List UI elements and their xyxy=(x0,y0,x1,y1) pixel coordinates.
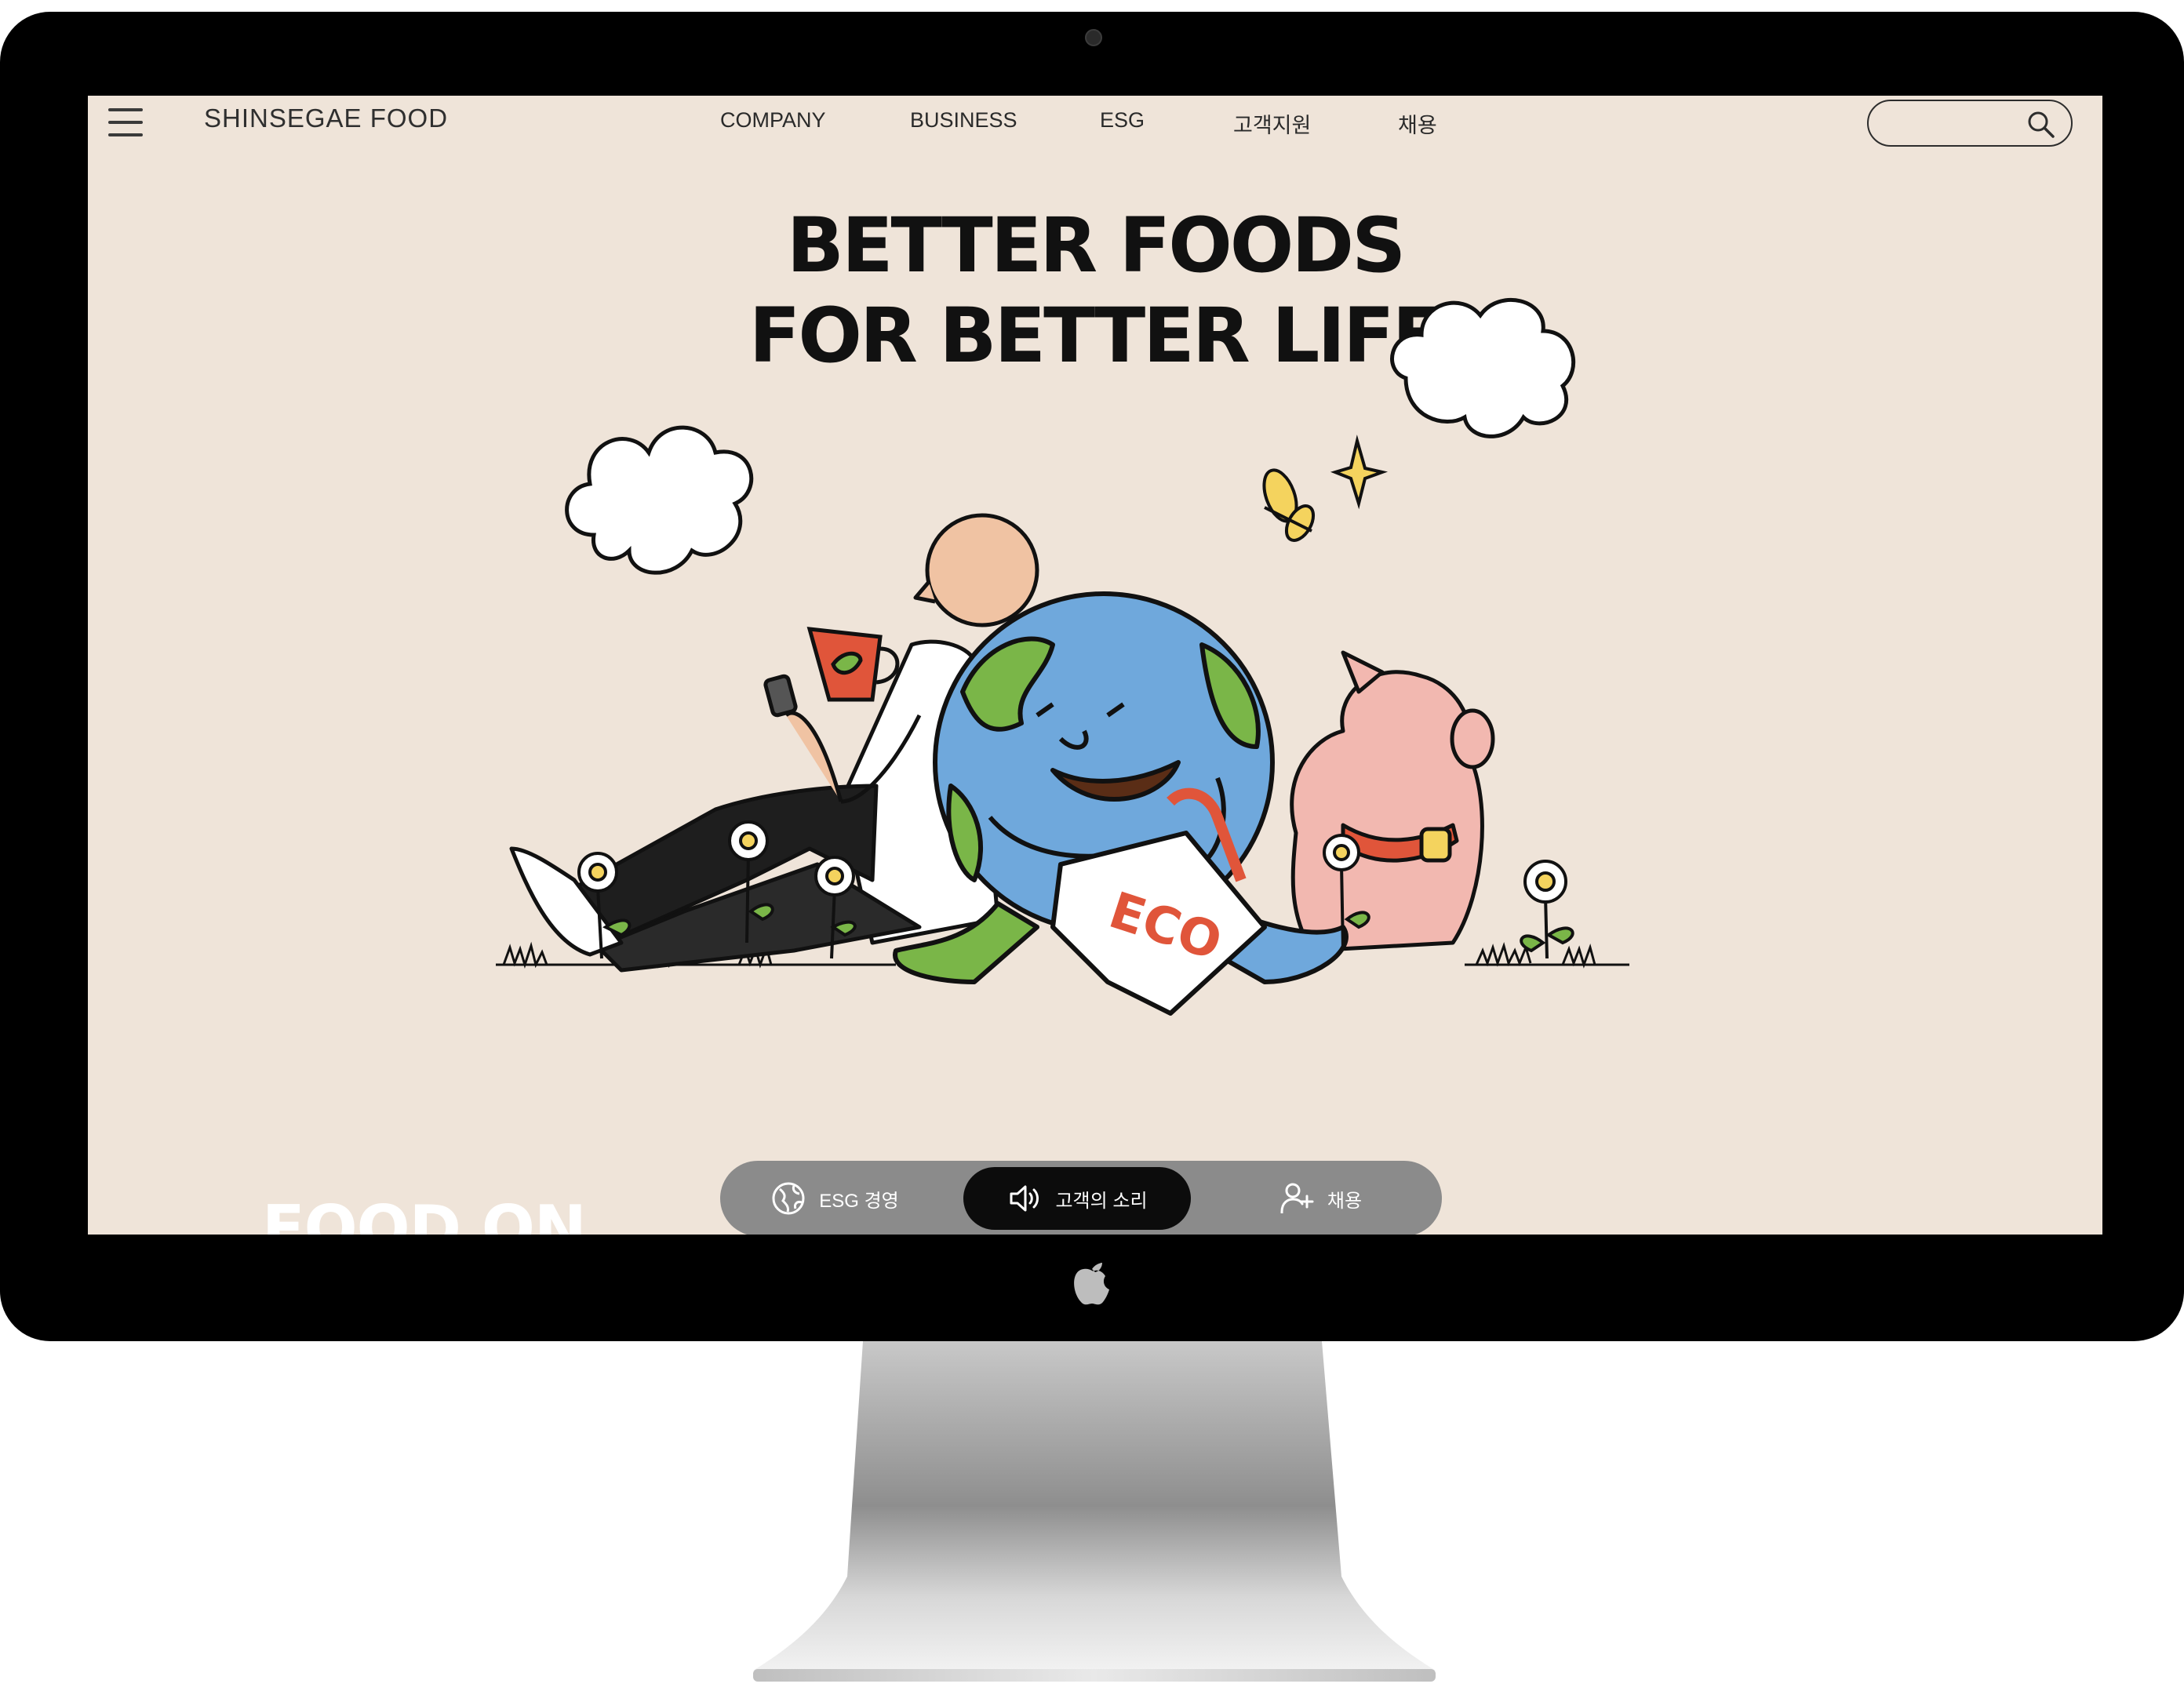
speaker-icon xyxy=(1010,1185,1039,1212)
sparkle-icon xyxy=(1330,435,1389,510)
quick-menu-esg[interactable]: ESG 경영 xyxy=(756,1167,913,1230)
quick-menu-careers-label: 채용 xyxy=(1327,1190,1363,1212)
globe-icon xyxy=(772,1182,805,1215)
camera-icon xyxy=(1085,29,1102,46)
flower-icon xyxy=(1520,860,1574,959)
mug-icon xyxy=(806,627,900,702)
browser-screen: SHINSEGAE FOOD COMPANY BUSINESS ESG 고객지원… xyxy=(88,96,2102,1235)
next-section-title: FOOD ON xyxy=(262,1192,587,1235)
cloud-right-icon xyxy=(1390,297,1576,438)
hero-illustration: ECO xyxy=(496,297,1629,1016)
quick-menu-esg-label: ESG 경영 xyxy=(819,1190,899,1212)
quick-menu-bar: ESG 경영 고객의 소리 채용 xyxy=(720,1161,1442,1235)
butterfly-icon xyxy=(1262,468,1316,542)
apple-logo-icon xyxy=(1074,1263,1109,1305)
monitor-stand xyxy=(753,1341,1436,1682)
quick-menu-customer-voice[interactable]: 고객의 소리 xyxy=(963,1167,1191,1230)
pig-figure xyxy=(1290,650,1495,953)
quick-menu-customer-voice-label: 고객의 소리 xyxy=(1055,1190,1148,1212)
quick-menu-careers[interactable]: 채용 xyxy=(1261,1167,1379,1230)
user-add-icon xyxy=(1280,1183,1314,1213)
cloud-left-icon xyxy=(565,425,754,575)
